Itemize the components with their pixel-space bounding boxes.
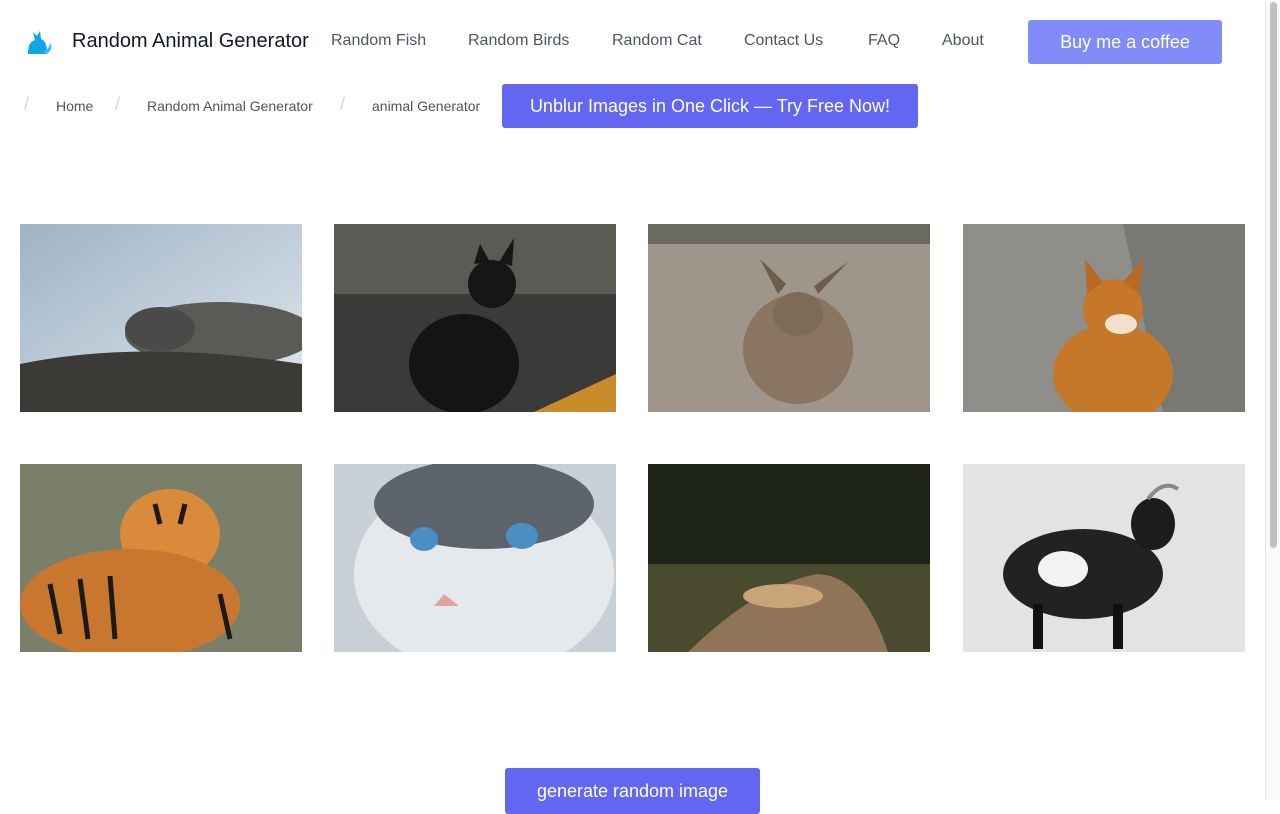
animal-image-deer[interactable] bbox=[648, 224, 930, 412]
breadcrumb-separator: / bbox=[24, 94, 30, 114]
animal-image-goat[interactable] bbox=[963, 464, 1245, 652]
animal-image-tigers[interactable] bbox=[20, 464, 302, 652]
nav-random-fish[interactable]: Random Fish bbox=[331, 32, 426, 50]
site-title[interactable]: Random Animal Generator bbox=[72, 30, 309, 53]
nav-random-birds[interactable]: Random Birds bbox=[468, 32, 569, 50]
nav-faq[interactable]: FAQ bbox=[868, 32, 900, 50]
buy-me-a-coffee-button[interactable]: Buy me a coffee bbox=[1028, 20, 1222, 64]
animal-image-lioness[interactable] bbox=[648, 464, 930, 652]
unblur-promo-button[interactable]: Unblur Images in One Click — Try Free No… bbox=[502, 84, 918, 128]
breadcrumb-random-animal-generator[interactable]: Random Animal Generator bbox=[147, 98, 313, 114]
page-scrollbar[interactable] bbox=[1265, 0, 1280, 800]
generate-random-image-button[interactable]: generate random image bbox=[505, 768, 760, 814]
breadcrumb-separator: / bbox=[115, 94, 121, 114]
animal-image-seal[interactable] bbox=[20, 224, 302, 412]
animal-image-blue-eyed-kitten[interactable] bbox=[334, 464, 616, 652]
animal-image-black-cat[interactable] bbox=[334, 224, 616, 412]
breadcrumb-current: animal Generator bbox=[372, 98, 481, 114]
nav-about[interactable]: About bbox=[942, 32, 984, 50]
breadcrumb-separator: / bbox=[340, 94, 346, 114]
cat-logo-icon[interactable] bbox=[25, 27, 55, 57]
nav-random-cat[interactable]: Random Cat bbox=[612, 32, 702, 50]
nav-contact-us[interactable]: Contact Us bbox=[744, 32, 823, 50]
scrollbar-thumb[interactable] bbox=[1270, 2, 1277, 548]
animal-image-shiba-dog[interactable] bbox=[963, 224, 1245, 412]
breadcrumb-home[interactable]: Home bbox=[56, 98, 93, 114]
